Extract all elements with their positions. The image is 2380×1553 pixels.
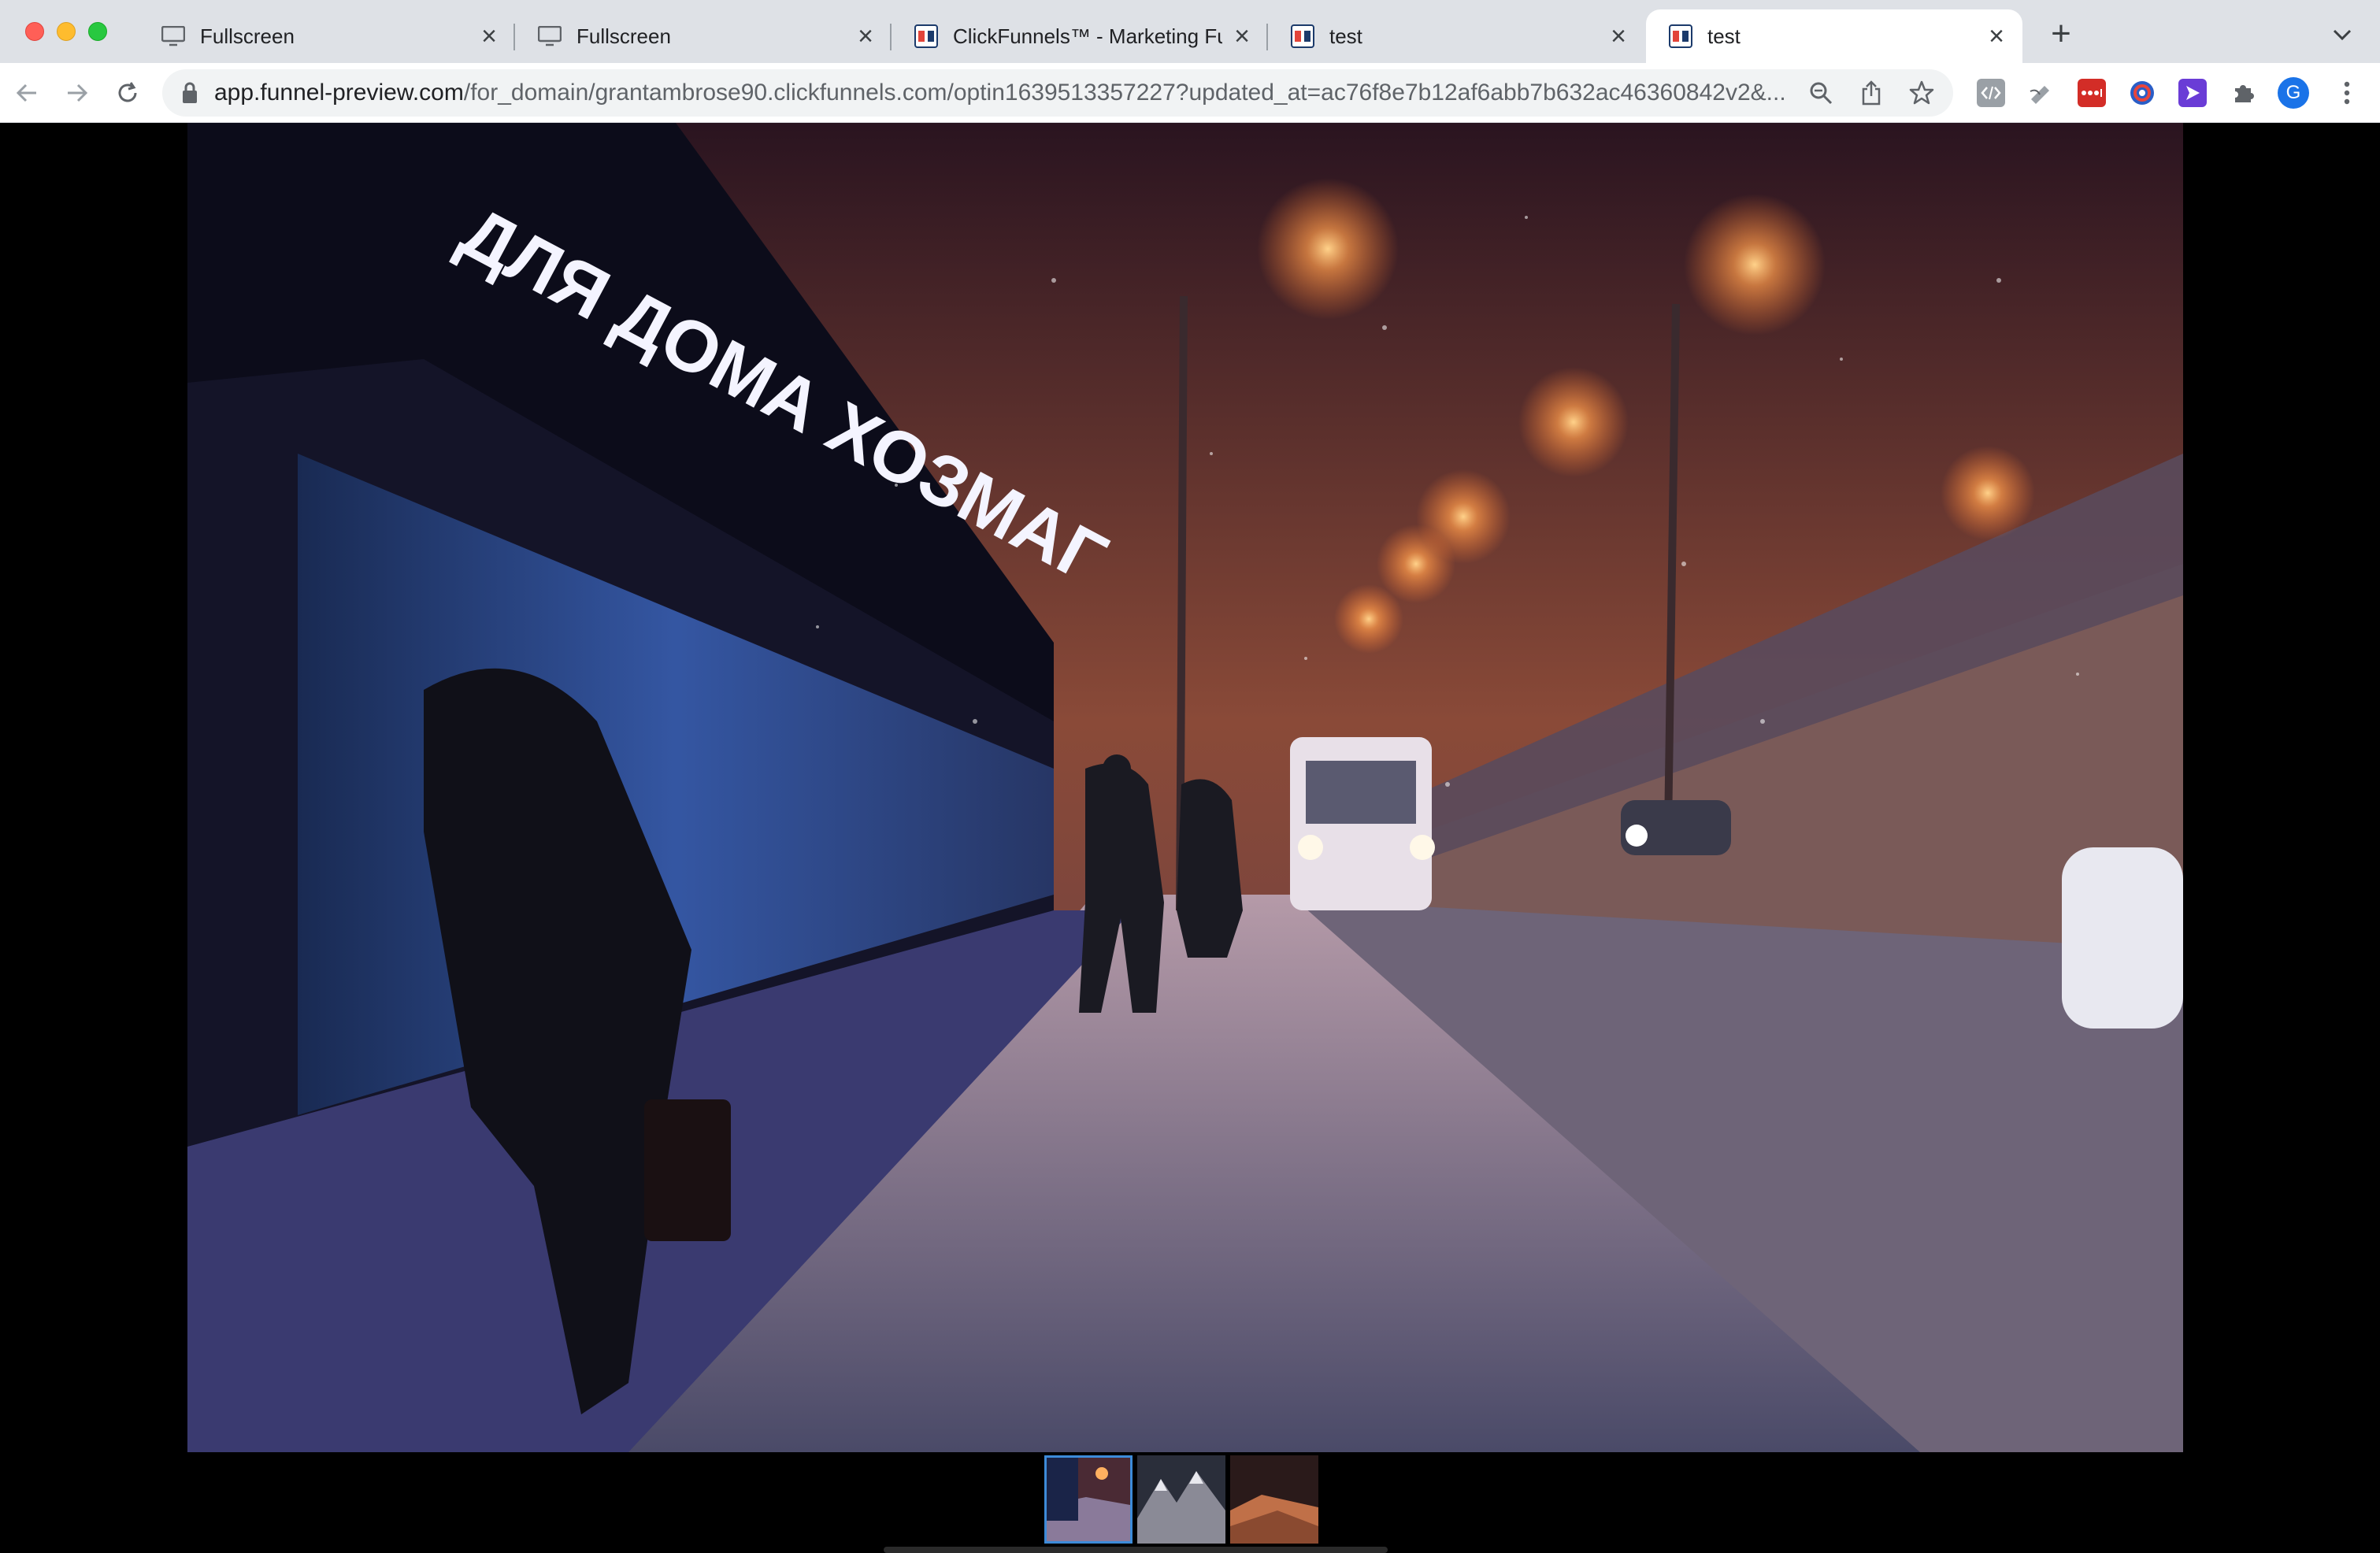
tab-test-active[interactable]: test × [1646,9,2022,63]
window-close-button[interactable] [25,22,44,41]
tab-close-icon[interactable]: × [477,23,501,50]
url-path: /for_domain/grantambrose90.clickfunnels.… [463,80,1786,106]
profile-avatar[interactable]: G [2278,77,2309,109]
code-icon[interactable] [1977,79,2005,107]
share-icon[interactable] [1852,74,1890,112]
tab-fullscreen-1[interactable]: Fullscreen × [139,9,515,63]
tab-clickfunnels[interactable]: ClickFunnels™ - Marketing Fun × [892,9,1268,63]
tab-title: Fullscreen [200,24,295,48]
snowy-street-thumb[interactable] [1044,1455,1133,1544]
clickfunnels-icon [1290,24,1315,49]
bookmark-star-icon[interactable] [1903,74,1941,112]
new-tab-button[interactable]: + [2041,14,2081,54]
more-menu-icon[interactable] [2331,77,2363,109]
reload-button[interactable] [109,74,146,112]
window-minimize-button[interactable] [57,22,76,41]
lock-icon [183,82,197,103]
horizontal-scrollbar[interactable] [884,1547,1388,1553]
forward-button[interactable] [58,74,96,112]
tab-strip: Fullscreen × Fullscreen × ClickFunnels™ … [0,0,2380,63]
tab-test-1[interactable]: test × [1268,9,1644,63]
page-content: ДЛЯ ДОМА ХОЗМАГ [0,123,2380,1553]
monitor-icon [537,24,562,49]
snowy-night-street-photo[interactable]: ДЛЯ ДОМА ХОЗМАГ [187,123,2183,1452]
chrome-extension-icon[interactable] [2128,79,2156,107]
tab-close-icon[interactable]: × [1607,23,1630,50]
tab-fullscreen-2[interactable]: Fullscreen × [515,9,892,63]
thumbnail-strip [1044,1455,1318,1547]
tab-close-icon[interactable]: × [1230,23,1254,50]
tab-title: Fullscreen [576,24,671,48]
url-text[interactable]: app.funnel-preview.com/for_domain/granta… [214,80,1802,106]
address-bar[interactable]: app.funnel-preview.com/for_domain/granta… [162,69,1953,117]
url-host: app.funnel-preview.com [214,80,464,106]
desert-night-thumb[interactable] [1230,1455,1318,1544]
photo-illustration: ДЛЯ ДОМА ХОЗМАГ [187,123,2183,1452]
lastpass-icon[interactable] [2078,79,2106,107]
tab-title: ClickFunnels™ - Marketing Fun [953,24,1222,48]
tab-search-chevron-icon[interactable] [2326,19,2358,50]
mountain-thumb[interactable] [1137,1455,1225,1544]
arrow-extension-icon[interactable] [2178,79,2207,107]
browser-toolbar: app.funnel-preview.com/for_domain/granta… [0,63,2380,123]
tab-close-icon[interactable]: × [854,23,877,50]
zoom-icon[interactable] [1802,74,1840,112]
tab-close-icon[interactable]: × [1985,23,2008,50]
tab-title: test [1707,24,1741,48]
pen-icon[interactable] [2027,79,2056,107]
back-button[interactable] [8,74,46,112]
monitor-icon [161,24,186,49]
clickfunnels-icon [914,24,939,49]
puzzle-icon[interactable] [2229,79,2257,107]
tab-title: test [1329,24,1362,48]
clickfunnels-icon [1668,24,1693,49]
window-fullscreen-button[interactable] [88,22,107,41]
